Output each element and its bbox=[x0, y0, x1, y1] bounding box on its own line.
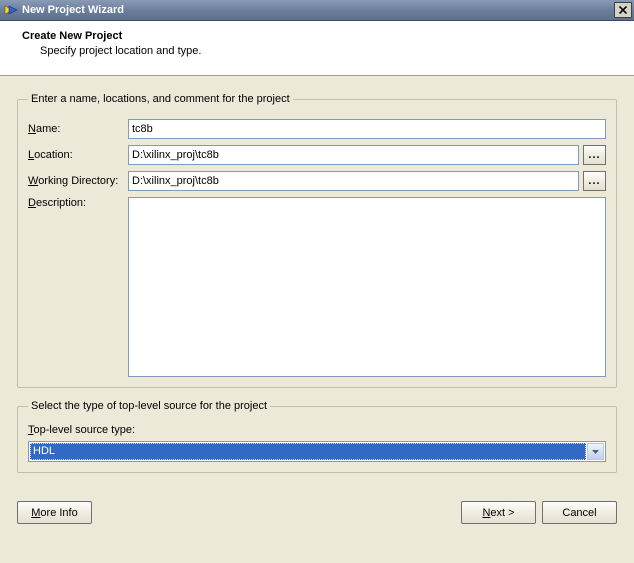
location-browse-button[interactable]: ... bbox=[583, 145, 606, 165]
title-bar: New Project Wizard bbox=[0, 0, 634, 21]
wizard-header: Create New Project Specify project locat… bbox=[0, 21, 634, 76]
source-type-selected: HDL bbox=[30, 443, 586, 460]
name-input[interactable] bbox=[128, 119, 606, 139]
working-directory-browse-button[interactable]: ... bbox=[583, 171, 606, 191]
description-label: Description: bbox=[28, 197, 128, 209]
source-type-legend: Select the type of top-level source for … bbox=[28, 400, 270, 412]
window-title: New Project Wizard bbox=[22, 4, 614, 16]
location-row: Location: ... bbox=[28, 145, 606, 165]
wizard-body: Enter a name, locations, and comment for… bbox=[0, 76, 634, 495]
working-directory-label: Working Directory: bbox=[28, 175, 128, 187]
description-row: Description: bbox=[28, 197, 606, 377]
chevron-down-icon bbox=[587, 443, 604, 460]
name-row: Name: bbox=[28, 119, 606, 139]
more-info-button[interactable]: More Info bbox=[17, 501, 92, 524]
source-type-label: Top-level source type: bbox=[28, 424, 606, 436]
wizard-footer: More Info Next > Cancel bbox=[0, 495, 634, 534]
app-icon bbox=[4, 3, 18, 17]
project-info-legend: Enter a name, locations, and comment for… bbox=[28, 93, 293, 105]
location-label: Location: bbox=[28, 149, 128, 161]
location-input[interactable] bbox=[128, 145, 579, 165]
page-title: Create New Project bbox=[22, 30, 620, 42]
source-type-dropdown[interactable]: HDL bbox=[28, 441, 606, 462]
close-button[interactable] bbox=[614, 2, 632, 18]
working-directory-input[interactable] bbox=[128, 171, 579, 191]
page-subtitle: Specify project location and type. bbox=[40, 45, 620, 57]
next-button[interactable]: Next > bbox=[461, 501, 536, 524]
working-directory-row: Working Directory: ... bbox=[28, 171, 606, 191]
description-input[interactable] bbox=[128, 197, 606, 377]
project-info-group: Enter a name, locations, and comment for… bbox=[17, 93, 617, 388]
close-icon bbox=[619, 6, 627, 14]
name-label: Name: bbox=[28, 123, 128, 135]
source-type-group: Select the type of top-level source for … bbox=[17, 400, 617, 473]
cancel-button[interactable]: Cancel bbox=[542, 501, 617, 524]
